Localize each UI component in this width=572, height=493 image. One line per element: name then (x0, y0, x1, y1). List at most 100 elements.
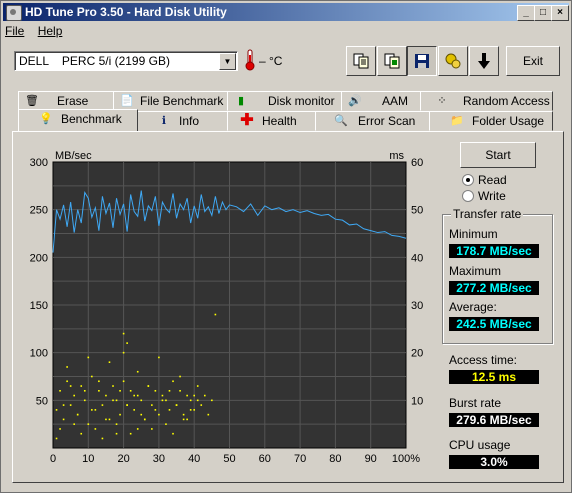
access-time-point (172, 380, 174, 383)
random-access-icon: ⁘ (437, 95, 447, 107)
x-tick-label: 50 (223, 453, 235, 465)
access-time-point (69, 385, 72, 387)
tab-info[interactable]: ℹ Info (136, 111, 229, 131)
tab-random-access[interactable]: ⁘ Random Access (420, 91, 553, 111)
access-time-point (179, 375, 181, 378)
close-button[interactable]: × (551, 5, 569, 21)
minimize-button[interactable]: _ (517, 5, 535, 21)
burst-rate-value: 279.6 MB/sec (449, 413, 539, 427)
save-button[interactable] (407, 46, 437, 76)
menu-bar: File Help (5, 24, 72, 40)
read-radio-dot[interactable] (462, 174, 474, 186)
drive-select[interactable]: DELL PERC 5/i (2199 GB) ▼ (14, 51, 238, 71)
tab-aam[interactable]: 🔊 AAM (341, 91, 422, 111)
tab-random-access-label: Random Access (463, 94, 550, 108)
tab-folder-usage[interactable]: 📁 Folder Usage (429, 111, 553, 131)
file-benchmark-icon: 📄 (120, 95, 134, 107)
right-unit-label: ms (389, 150, 404, 162)
speaker-icon: 🔊 (348, 95, 362, 107)
access-time-point (168, 390, 171, 392)
access-time-point (133, 394, 135, 397)
x-tick-label: 80 (329, 453, 341, 465)
tab-health-label: Health (262, 114, 297, 128)
y2-tick-label: 10 (411, 395, 423, 407)
x-tick-label: 0 (50, 453, 56, 465)
start-button[interactable]: Start (460, 142, 536, 168)
y-tick-label: 250 (30, 205, 48, 217)
x-tick-label: 90 (365, 453, 377, 465)
access-time-point (87, 356, 90, 359)
chevron-down-icon[interactable]: ▼ (219, 53, 236, 70)
access-time-point (136, 428, 139, 430)
access-time-point (119, 390, 121, 392)
exit-button[interactable]: Exit (506, 46, 560, 76)
access-time-point (168, 409, 171, 411)
maximum-label: Maximum (449, 264, 502, 278)
maximize-button[interactable]: □ (534, 5, 552, 21)
x-tick-label: 100% (392, 453, 420, 465)
access-time-point (80, 385, 83, 387)
copy-info-button[interactable] (377, 46, 407, 76)
copy-text-button[interactable] (346, 46, 376, 76)
access-time-point (203, 394, 206, 397)
average-value: 242.5 MB/sec (449, 317, 539, 331)
access-time-point (98, 390, 100, 392)
tab-disk-monitor-label: Disk monitor (268, 94, 335, 108)
y2-tick-label: 30 (411, 300, 423, 312)
access-time-point (140, 399, 143, 402)
access-time-point (80, 432, 83, 435)
access-time-point (186, 394, 188, 397)
access-time-point (154, 390, 157, 392)
access-time-point (179, 390, 181, 392)
x-tick-label: 40 (188, 453, 200, 465)
menu-file[interactable]: File (5, 24, 24, 38)
title-bar[interactable]: HD Tune Pro 3.50 - Hard Disk Utility _ □… (3, 3, 569, 21)
y2-tick-label: 50 (411, 205, 423, 217)
options-button[interactable] (438, 46, 468, 76)
access-time-point (115, 432, 118, 435)
tab-folder-usage-label: Folder Usage (472, 114, 545, 128)
access-time-point (108, 361, 111, 363)
y-tick-label: 300 (30, 157, 48, 169)
write-radio[interactable]: Write (462, 189, 562, 203)
access-time-point (83, 399, 86, 402)
access-time-point (105, 418, 107, 421)
tab-benchmark-label: Benchmark (61, 112, 122, 126)
minimum-value: 178.7 MB/sec (449, 244, 539, 258)
access-time-point (119, 413, 121, 416)
access-time-point (151, 428, 153, 430)
download-button[interactable] (469, 46, 499, 76)
y2-tick-label: 40 (411, 252, 423, 264)
x-tick-label: 20 (117, 453, 129, 465)
tab-file-benchmark[interactable]: 📄 File Benchmark (113, 91, 229, 111)
tab-error-scan[interactable]: 🔍 Error Scan (315, 111, 431, 131)
access-time-point (182, 418, 185, 421)
access-time-point (108, 418, 111, 421)
tab-health[interactable]: ✚ Health (227, 111, 317, 131)
access-time-point (189, 399, 192, 402)
tab-erase[interactable]: 🗑 Erase (18, 91, 115, 111)
download-icon (478, 53, 490, 69)
access-time-point (101, 437, 104, 440)
read-radio[interactable]: Read (462, 173, 562, 187)
access-time-point (87, 423, 90, 425)
drive-select-value: DELL PERC 5/i (2199 GB) (19, 54, 170, 68)
average-label: Average: (449, 300, 497, 314)
access-time-point (196, 385, 199, 387)
access-time-point (133, 409, 135, 411)
access-time-point (91, 375, 93, 378)
access-time-point (165, 399, 167, 402)
write-radio-dot[interactable] (462, 190, 474, 202)
access-time-point (76, 413, 79, 416)
access-time-point (143, 418, 146, 421)
tab-benchmark[interactable]: 💡 Benchmark (18, 109, 138, 131)
menu-help[interactable]: Help (38, 24, 63, 38)
tab-disk-monitor[interactable]: ▮ Disk monitor (227, 91, 343, 111)
access-time-point (165, 423, 167, 425)
y-tick-label: 100 (30, 348, 48, 360)
copy-text-icon (353, 53, 369, 69)
app-disk-icon (6, 5, 22, 21)
cpu-usage-value: 3.0% (449, 455, 539, 469)
benchmark-chart: 0 10 20 30 40 50 60 70 80 90 100% 50 100 150 200 250 300… (24, 147, 436, 467)
access-time-point (211, 399, 213, 402)
